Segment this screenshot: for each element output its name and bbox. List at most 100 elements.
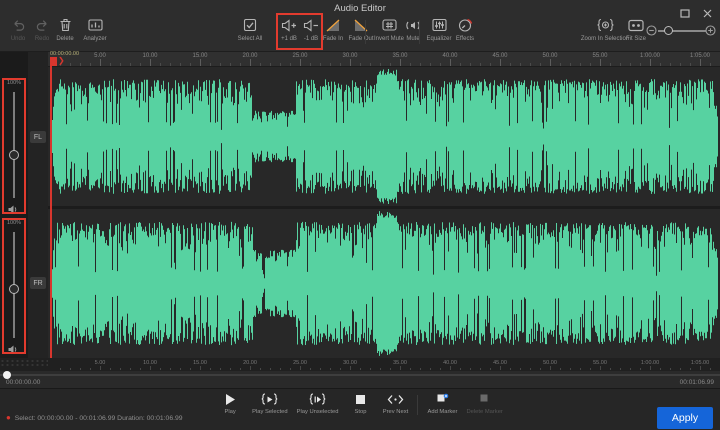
ruler-label: 1:05.00 xyxy=(690,53,710,59)
ruler-label: 20.00 xyxy=(243,360,257,366)
analyzer-button[interactable]: Analyzer xyxy=(78,17,112,49)
volume-down-icon xyxy=(303,17,319,33)
transport-controls: Play Play Selected Play Unselected Stop xyxy=(0,392,720,415)
ruler-tick xyxy=(390,63,391,66)
play-selected-button[interactable]: Play Selected xyxy=(252,392,287,415)
add-marker-button[interactable]: Add Marker xyxy=(427,392,457,415)
fl-volume-value: 100% xyxy=(0,80,28,86)
ruler-label: 45.00 xyxy=(493,360,507,366)
ruler-tick xyxy=(560,368,561,370)
fr-volume-value: 100% xyxy=(0,220,28,226)
redo-button[interactable]: Redo xyxy=(30,17,54,49)
ruler-tick xyxy=(140,368,141,370)
delete-marker-button[interactable]: Delete Marker xyxy=(466,392,502,415)
ruler-label: 45.00 xyxy=(492,53,507,59)
ruler-tick xyxy=(220,368,221,370)
ruler-tick xyxy=(200,366,201,370)
fade-in-button[interactable]: Fade In xyxy=(320,17,346,49)
fl-volume-knob[interactable] xyxy=(9,150,19,160)
ruler-tick xyxy=(330,63,331,66)
apply-button[interactable]: Apply xyxy=(657,407,713,429)
fl-speaker-icon[interactable] xyxy=(8,201,19,219)
ruler-tick xyxy=(210,63,211,66)
close-icon xyxy=(703,9,712,18)
channel-label-column xyxy=(28,52,48,358)
ruler-label: 40.00 xyxy=(442,53,457,59)
fl-volume-track[interactable] xyxy=(13,92,15,198)
waveform-area[interactable] xyxy=(48,67,720,358)
ruler-tick xyxy=(460,63,461,66)
ruler-tick xyxy=(580,63,581,66)
close-button[interactable] xyxy=(698,6,716,21)
channel-label-fr: FR xyxy=(30,277,46,289)
zoom-out-icon[interactable] xyxy=(646,25,657,36)
zoom-in-icon[interactable] xyxy=(705,25,716,36)
overview-ruler[interactable]: 5.0010.0015.0020.0025.0030.0035.0040.004… xyxy=(0,358,720,371)
ruler-tick xyxy=(490,63,491,66)
fit-size-icon xyxy=(628,17,644,33)
fr-volume-knob[interactable] xyxy=(9,284,19,294)
ruler-tick xyxy=(450,59,451,66)
ruler-tick xyxy=(360,63,361,66)
ruler-tick xyxy=(500,59,501,66)
plus-1db-button[interactable]: +1 dB xyxy=(278,17,300,49)
ruler-tick xyxy=(340,368,341,370)
volume-up-icon xyxy=(281,17,297,33)
play-selected-icon xyxy=(261,392,278,407)
ruler-tick xyxy=(200,59,201,66)
ruler-tick xyxy=(570,63,571,66)
ruler-label: 15.00 xyxy=(193,360,207,366)
ruler-tick xyxy=(320,368,321,370)
prev-next-button[interactable]: Prev Next xyxy=(382,392,408,415)
ruler-tick xyxy=(310,63,311,66)
ruler-tick xyxy=(360,368,361,370)
ruler-tick xyxy=(100,59,101,66)
zoom-slider-knob[interactable] xyxy=(664,26,673,35)
ruler-tick xyxy=(540,63,541,66)
ruler-tick xyxy=(270,368,271,370)
scrubber-track[interactable] xyxy=(0,374,720,376)
mute-button[interactable]: Mute xyxy=(402,17,424,49)
zoom-in-selection-icon xyxy=(597,17,614,33)
waveform-fl[interactable] xyxy=(48,67,720,206)
stop-button[interactable]: Stop xyxy=(347,392,373,415)
undo-button[interactable]: Undo xyxy=(6,17,30,49)
waveform-fr[interactable] xyxy=(48,209,720,358)
ruler-label: 35.00 xyxy=(393,360,407,366)
ruler-tick xyxy=(670,63,671,66)
play-button[interactable]: Play xyxy=(217,392,243,415)
toolbar-divider xyxy=(419,20,420,44)
status-duration-label: Duration: xyxy=(117,415,145,422)
status-select-range: 00:00:00.00 - 00:01:06.99 xyxy=(37,415,115,422)
ruler-label: 1:00.00 xyxy=(640,53,660,59)
effects-button[interactable]: Effects xyxy=(451,17,479,49)
ruler-tick xyxy=(660,63,661,66)
play-icon xyxy=(224,392,236,407)
ruler-tick xyxy=(230,63,231,66)
ruler-tick xyxy=(340,63,341,66)
ruler-label: 10.00 xyxy=(142,53,157,59)
playhead-marker[interactable] xyxy=(50,57,57,66)
ruler-tick xyxy=(70,63,71,66)
invert-mute-icon xyxy=(382,17,397,33)
play-unselected-button[interactable]: Play Unselected xyxy=(297,392,339,415)
trash-icon xyxy=(59,17,72,33)
channel-separator xyxy=(48,206,720,209)
delete-button[interactable]: Delete xyxy=(52,17,78,49)
ruler-tick xyxy=(530,368,531,370)
timeline-ruler[interactable]: 5.0010.0015.0020.0025.0030.0035.0040.004… xyxy=(48,52,720,67)
window-title: Audio Editor xyxy=(0,3,720,14)
fr-speaker-icon[interactable] xyxy=(8,341,19,359)
minus-1db-button[interactable]: -1 dB xyxy=(300,17,322,49)
prev-next-icon xyxy=(387,392,404,407)
maximize-button[interactable] xyxy=(676,6,694,21)
ruler-tick xyxy=(510,368,511,370)
ruler-tick xyxy=(630,63,631,66)
ruler-tick xyxy=(520,368,521,370)
status-duration-value: 00:01:06.99 xyxy=(147,415,183,422)
ruler-tick xyxy=(590,63,591,66)
select-all-button[interactable]: Select All xyxy=(233,17,267,49)
audio-editor-window: Audio Editor Undo Redo Delete xyxy=(0,0,720,430)
ruler-tick xyxy=(510,63,511,66)
ruler-tick xyxy=(130,63,131,66)
